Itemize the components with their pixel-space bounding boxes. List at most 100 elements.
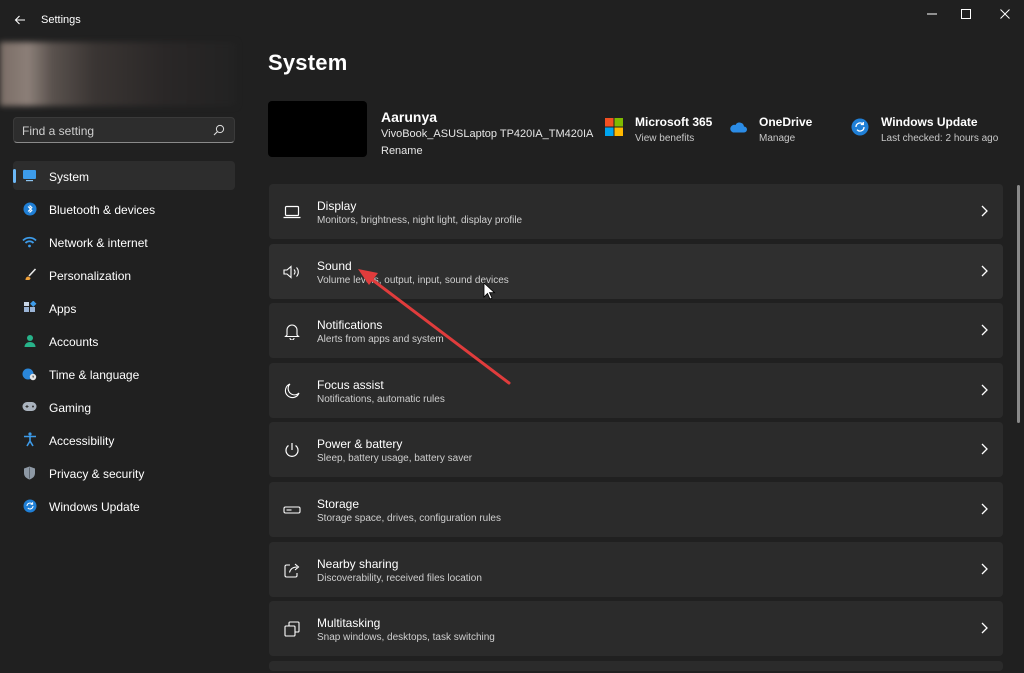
sidebar-item-privacy[interactable]: Privacy & security [13, 458, 235, 487]
person-icon [22, 333, 37, 348]
chevron-right-icon [981, 622, 988, 634]
shield-icon [22, 465, 37, 480]
card-subtitle: Alerts from apps and system [317, 334, 444, 346]
share-icon [283, 561, 301, 579]
maximize-button[interactable] [948, 0, 984, 28]
scrollbar-thumb[interactable] [1017, 185, 1020, 423]
microsoft-logo-icon [605, 118, 623, 136]
sidebar-item-gaming[interactable]: Gaming [13, 392, 235, 421]
moon-icon [283, 382, 301, 400]
sidebar-item-label: Accounts [49, 335, 99, 349]
multitask-icon [283, 620, 301, 638]
search-input[interactable] [22, 122, 202, 139]
sound-card[interactable]: Sound Volume levels, output, input, soun… [269, 243, 1003, 299]
user-name: Aarunya [381, 109, 438, 125]
sidebar-item-label: Windows Update [49, 500, 140, 514]
monitor-icon [22, 168, 37, 183]
device-name: VivoBook_ASUSLaptop TP420IA_TM420IA [381, 128, 594, 140]
chevron-right-icon [981, 563, 988, 575]
quick-link-title: Microsoft 365 [635, 115, 713, 129]
quick-link-title: OneDrive [759, 115, 813, 129]
bluetooth-icon [22, 201, 37, 216]
sidebar-item-network[interactable]: Network & internet [13, 227, 235, 256]
card-title: Notifications [317, 318, 383, 333]
next-card-partial[interactable] [269, 660, 1003, 671]
card-subtitle: Sleep, battery usage, battery saver [317, 453, 473, 465]
chevron-right-icon [981, 324, 988, 336]
chevron-right-icon [981, 443, 988, 455]
onedrive-cloud-icon [729, 118, 747, 136]
nearby-sharing-card[interactable]: Nearby sharing Discoverability, received… [269, 541, 1003, 597]
focus-assist-card[interactable]: Focus assist Notifications, automatic ru… [269, 362, 1003, 418]
notifications-card[interactable]: Notifications Alerts from apps and syste… [269, 303, 1003, 359]
chevron-right-icon [981, 205, 988, 217]
page-title: System [268, 50, 348, 75]
title-bar: Settings [0, 0, 1024, 40]
sidebar-item-accounts[interactable]: Accounts [13, 326, 235, 355]
sidebar-item-label: Time & language [49, 368, 140, 382]
onedrive-link[interactable]: OneDrive Manage [729, 114, 829, 148]
card-subtitle: Monitors, brightness, night light, displ… [317, 215, 523, 226]
power-battery-card[interactable]: Power & battery Sleep, battery usage, ba… [269, 422, 1003, 478]
search-box[interactable] [13, 117, 235, 143]
card-title: Display [317, 199, 357, 213]
card-title: Focus assist [317, 377, 384, 392]
quick-link-subtitle: View benefits [635, 133, 695, 144]
minimize-icon [927, 13, 937, 15]
chevron-right-icon [981, 503, 988, 515]
globe-clock-icon [22, 366, 37, 381]
sidebar-nav: System Bluetooth & devices Network & int… [13, 161, 235, 524]
chevron-right-icon [981, 265, 988, 277]
card-subtitle: Discoverability, received files location [317, 572, 482, 584]
sidebar-item-accessibility[interactable]: Accessibility [13, 425, 235, 454]
windows-update-link[interactable]: Windows Update Last checked: 2 hours ago [851, 114, 1011, 148]
sidebar-item-label: Apps [49, 302, 77, 316]
card-title: Multitasking [317, 616, 381, 631]
sidebar-item-time-language[interactable]: Time & language [13, 359, 235, 388]
card-subtitle: Snap windows, desktops, task switching [317, 632, 495, 644]
sidebar-item-label: Network & internet [49, 236, 148, 250]
minimize-button[interactable] [914, 0, 950, 28]
sync-icon [851, 118, 869, 136]
brush-icon [22, 267, 37, 282]
settings-list: Display Monitors, brightness, night ligh… [269, 184, 1003, 673]
sidebar-item-label: Personalization [49, 269, 132, 283]
quick-link-subtitle: Last checked: 2 hours ago [881, 133, 999, 144]
bell-icon [283, 322, 301, 340]
multitasking-card[interactable]: Multitasking Snap windows, desktops, tas… [269, 601, 1003, 657]
search-icon[interactable] [213, 124, 225, 136]
card-title: Storage [317, 496, 360, 511]
sidebar-item-bluetooth[interactable]: Bluetooth & devices [13, 194, 235, 223]
sidebar-item-windows-update[interactable]: Windows Update [13, 491, 235, 520]
sidebar-item-label: Privacy & security [49, 467, 145, 481]
microsoft-365-link[interactable]: Microsoft 365 View benefits [605, 114, 715, 148]
speaker-icon [283, 263, 301, 281]
display-card[interactable]: Display Monitors, brightness, night ligh… [269, 184, 1003, 239]
sidebar-item-personalization[interactable]: Personalization [13, 260, 235, 289]
apps-icon [22, 300, 37, 315]
sidebar-item-label: Gaming [49, 401, 92, 415]
card-subtitle: Notifications, automatic rules [317, 393, 445, 405]
sidebar-item-apps[interactable]: Apps [13, 293, 235, 322]
storage-icon [283, 501, 301, 519]
rename-link[interactable]: Rename [381, 145, 423, 157]
gamepad-icon [22, 399, 37, 414]
close-icon [1000, 9, 1010, 19]
card-subtitle: Storage space, drives, configuration rul… [317, 512, 501, 524]
card-title: Power & battery [317, 437, 403, 452]
accessibility-icon [22, 432, 37, 447]
quick-link-subtitle: Manage [759, 133, 796, 144]
wifi-icon [22, 234, 37, 249]
storage-card[interactable]: Storage Storage space, drives, configura… [269, 481, 1003, 537]
power-icon [283, 441, 301, 459]
sidebar-item-label: Bluetooth & devices [49, 203, 156, 217]
sidebar-item-system[interactable]: System [13, 161, 235, 190]
quick-link-title: Windows Update [881, 115, 978, 129]
card-subtitle: Volume levels, output, input, sound devi… [317, 274, 509, 286]
back-button[interactable] [8, 8, 32, 32]
sidebar-item-label: Accessibility [49, 434, 115, 448]
laptop-icon [283, 203, 301, 221]
close-button[interactable] [987, 0, 1023, 28]
back-arrow-icon [14, 15, 25, 25]
user-profile-blurred[interactable] [0, 42, 236, 106]
